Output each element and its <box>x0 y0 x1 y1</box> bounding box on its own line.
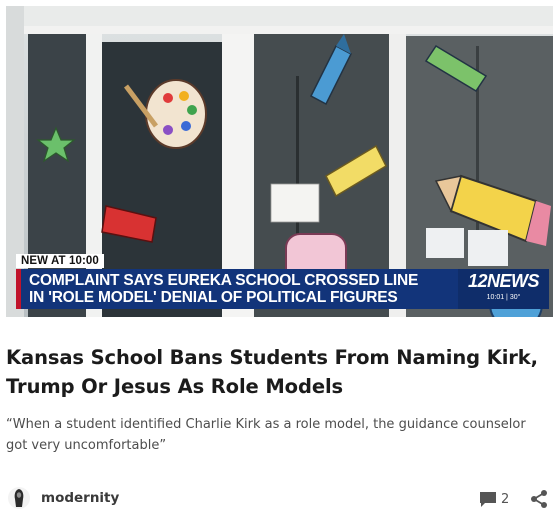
hooded-figure-avatar[interactable] <box>8 487 30 509</box>
news-banner: COMPLAINT SAYS EUREKA SCHOOL CROSSED LIN… <box>16 269 458 309</box>
share-button[interactable] <box>529 489 549 509</box>
news-banner-line-1: COMPLAINT SAYS EUREKA SCHOOL CROSSED LIN… <box>29 272 419 289</box>
station-logo-box: 12NEWS 10:01 | 30° <box>458 269 549 309</box>
comment-count: 2 <box>501 492 510 507</box>
station-time: 10:01 | 30° <box>486 294 521 301</box>
comment-button[interactable]: 2 <box>479 489 515 509</box>
article-hero-image[interactable]: NEW AT 10:00 COMPLAINT SAYS EUREKA SCHOO… <box>6 6 553 317</box>
article-title[interactable]: Kansas School Bans Students From Naming … <box>6 343 546 401</box>
news-tag: NEW AT 10:00 <box>16 254 104 268</box>
comment-bubble-icon <box>479 491 497 512</box>
share-icon <box>529 490 549 513</box>
author-name[interactable]: modernity <box>41 490 119 506</box>
news-banner-line-2: IN 'ROLE MODEL' DENIAL OF POLITICAL FIGU… <box>29 289 398 306</box>
station-logo: 12NEWS <box>467 271 540 291</box>
article-footer: modernity 2 <box>6 485 552 513</box>
article-subtitle: “When a student identified Charlie Kirk … <box>6 417 526 453</box>
